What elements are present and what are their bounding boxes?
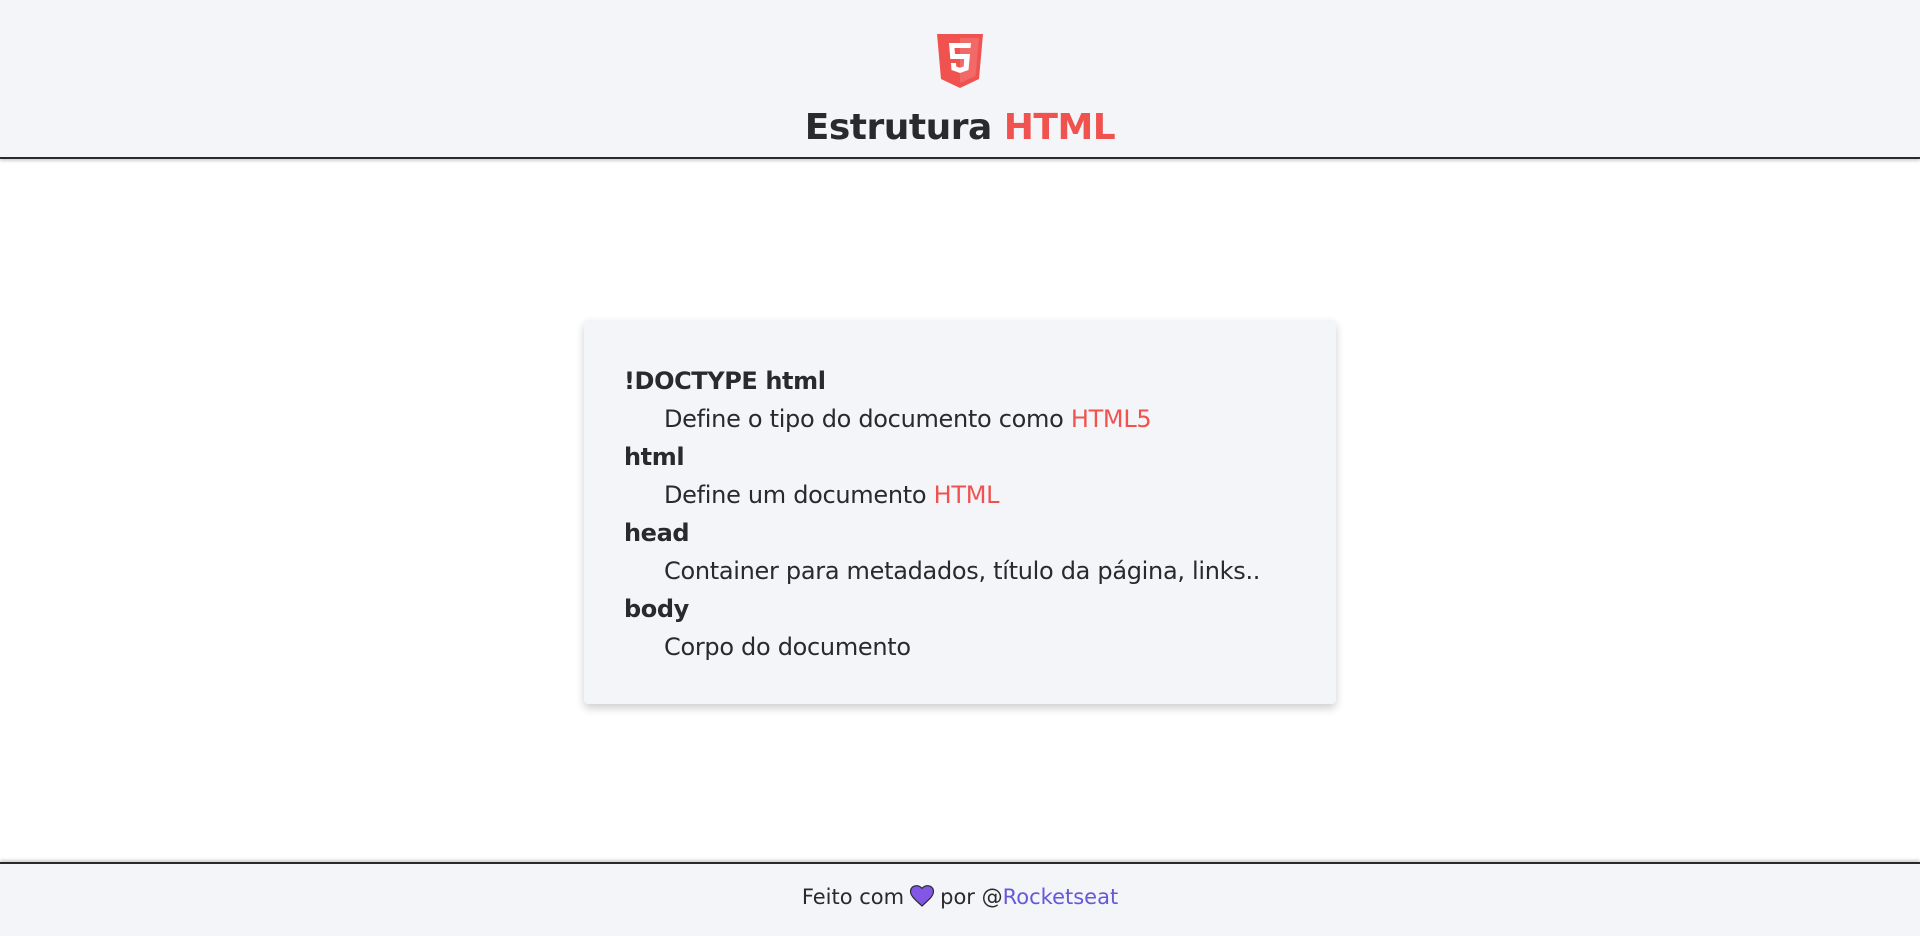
description-accent: HTML <box>933 481 1000 509</box>
description-doctype: Define o tipo do documento como HTML5 <box>664 400 1336 438</box>
rocketseat-link[interactable]: Rocketseat <box>1003 885 1119 909</box>
term-doctype: !DOCTYPE html <box>624 367 826 395</box>
footer-by: por @ <box>940 885 1003 909</box>
description-text: Corpo do documento <box>664 633 911 661</box>
description-body: Corpo do documento <box>664 628 1336 666</box>
description-text: Container para metadados, título da pági… <box>664 557 1261 585</box>
description-text: Define o tipo do documento como <box>664 405 1071 433</box>
title-accent: HTML <box>1003 107 1116 148</box>
footer-made-with: Feito com <box>801 885 905 909</box>
title-text: Estrutura <box>804 107 993 148</box>
page-title: Estrutura HTML <box>0 106 1920 150</box>
term-html: html <box>624 443 685 471</box>
html5-logo-icon <box>937 34 983 88</box>
description-text: Define um documento <box>664 481 934 509</box>
term-head: head <box>624 519 690 547</box>
heart-icon <box>910 885 935 907</box>
site-header: Estrutura HTML <box>0 0 1920 159</box>
description-head: Container para metadados, título da pági… <box>664 552 1336 590</box>
html-structure-card: !DOCTYPE html Define o tipo do documento… <box>584 320 1336 704</box>
description-accent: HTML5 <box>1070 405 1152 433</box>
description-html: Define um documento HTML <box>664 476 1336 514</box>
definition-list: !DOCTYPE html Define o tipo do documento… <box>624 362 1336 666</box>
term-body: body <box>624 595 689 623</box>
site-footer: Feito com por @Rocketseat <box>0 862 1920 936</box>
